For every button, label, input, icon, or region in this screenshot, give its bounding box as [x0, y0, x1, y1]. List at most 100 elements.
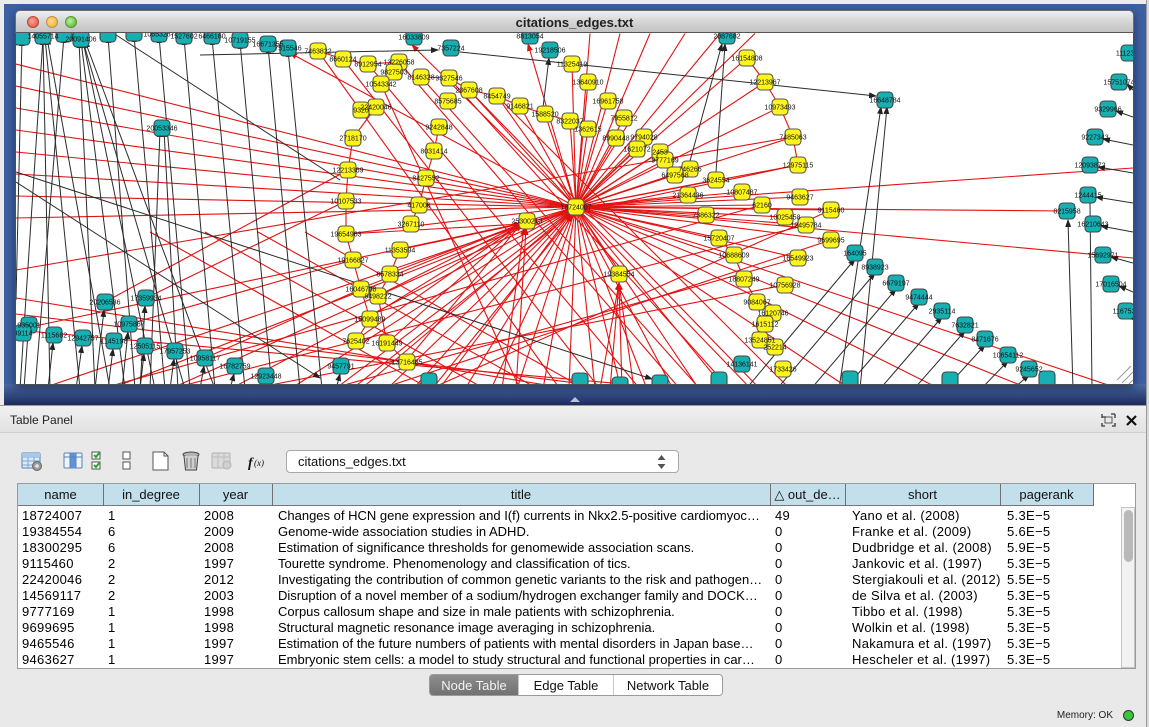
svg-text:9320: 9320	[353, 108, 369, 115]
svg-text:2087682: 2087682	[713, 34, 740, 41]
svg-text:9327546: 9327546	[435, 76, 462, 83]
svg-text:1733426: 1733426	[769, 367, 796, 374]
svg-text:19654963: 19654963	[330, 232, 361, 239]
svg-text:17359934: 17359934	[130, 296, 161, 303]
svg-text:16210643: 16210643	[1077, 222, 1108, 229]
svg-text:8938923: 8938923	[861, 265, 888, 272]
svg-text:9794028: 9794028	[630, 135, 657, 142]
svg-text:9457791: 9457791	[327, 364, 354, 371]
svg-text:10975867: 10975867	[113, 322, 144, 329]
svg-text:1244415: 1244415	[1074, 193, 1101, 200]
svg-text:8660124: 8660124	[329, 57, 356, 64]
svg-text:252214: 252214	[763, 345, 786, 352]
svg-text:17016504: 17016504	[1095, 282, 1126, 289]
svg-text:8322037: 8322037	[556, 119, 583, 126]
svg-text:(x): (x)	[254, 458, 264, 468]
svg-text:7485063: 7485063	[779, 135, 806, 142]
svg-text:10654112: 10654112	[993, 353, 1024, 360]
svg-text:3624554: 3624554	[702, 178, 729, 185]
svg-text:10958117: 10958117	[190, 356, 221, 363]
svg-text:12213967: 12213967	[749, 80, 780, 87]
svg-text:9084067: 9084067	[743, 300, 770, 307]
svg-text:12923448: 12923448	[250, 374, 281, 381]
svg-text:10025458: 10025458	[769, 215, 800, 222]
svg-text:39114: 39114	[16, 331, 33, 338]
svg-text:9827503: 9827503	[380, 70, 407, 77]
svg-text:13524851: 13524851	[744, 338, 775, 345]
svg-text:20053346: 20053346	[146, 126, 177, 133]
svg-text:16033809: 16033809	[398, 35, 429, 42]
svg-text:8146328: 8146328	[407, 75, 434, 82]
svg-text:2453: 2453	[652, 150, 668, 157]
svg-text:7463822: 7463822	[304, 49, 331, 56]
svg-text:1615112: 1615112	[752, 322, 779, 329]
svg-text:10973493: 10973493	[764, 105, 795, 112]
svg-text:13226058: 13226058	[383, 60, 414, 67]
svg-text:2935114: 2935114	[929, 309, 956, 316]
svg-text:16099489: 16099489	[354, 317, 385, 324]
svg-text:21364436: 21364436	[672, 193, 703, 200]
svg-text:9242848: 9242848	[425, 125, 452, 132]
svg-text:18724007: 18724007	[560, 205, 591, 212]
svg-text:8912954: 8912954	[354, 62, 381, 69]
svg-text:417006: 417006	[407, 203, 430, 210]
svg-text:10756928: 10756928	[769, 283, 800, 290]
svg-text:8031414: 8031414	[420, 149, 447, 156]
svg-text:9777169: 9777169	[651, 158, 678, 165]
svg-text:7632821: 7632821	[951, 323, 978, 330]
svg-text:1621072: 1621072	[623, 147, 650, 154]
svg-text:8215958: 8215958	[1053, 209, 1080, 216]
svg-text:7386322: 7386322	[692, 213, 719, 220]
svg-text:1167534: 1167534	[1113, 309, 1133, 316]
svg-text:7515546: 7515546	[274, 46, 301, 53]
svg-text:18807249: 18807249	[728, 277, 759, 284]
svg-text:9146821: 9146821	[506, 104, 533, 111]
svg-text:2718170: 2718170	[339, 136, 366, 143]
svg-text:10107533: 10107533	[330, 199, 361, 206]
svg-text:12213369: 12213369	[332, 168, 363, 175]
svg-text:20091406: 20091406	[65, 37, 96, 44]
svg-text:17957253: 17957253	[159, 349, 190, 356]
svg-text:19384554: 19384554	[603, 272, 634, 279]
svg-text:9329966: 9329966	[1094, 107, 1121, 114]
svg-text:19218506: 19218506	[534, 48, 565, 55]
svg-text:16120746: 16120746	[757, 311, 788, 318]
svg-text:14136141: 14136141	[726, 362, 757, 369]
svg-text:8471676: 8471676	[971, 337, 998, 344]
svg-text:10807487: 10807487	[726, 190, 757, 197]
svg-text:9699695: 9699695	[817, 238, 844, 245]
svg-text:62160: 62160	[752, 203, 772, 210]
svg-text:9463627: 9463627	[786, 195, 813, 202]
svg-text:8575685: 8575685	[434, 99, 461, 106]
svg-text:13716485: 13716485	[391, 360, 422, 367]
svg-text:10688609: 10688609	[718, 253, 749, 260]
svg-text:9474444: 9474444	[905, 295, 932, 302]
svg-text:164095: 164095	[843, 251, 866, 258]
svg-text:14055714: 14055714	[27, 34, 58, 41]
svg-text:6679197: 6679197	[882, 281, 909, 288]
svg-text:16648784: 16648784	[869, 98, 900, 105]
svg-text:8498222: 8498222	[364, 294, 391, 301]
svg-text:1145198: 1145198	[101, 339, 128, 346]
svg-text:16961758: 16961758	[592, 99, 623, 106]
svg-text:1115682: 1115682	[41, 333, 67, 340]
svg-text:6497568: 6497568	[661, 173, 688, 180]
svg-text:11325419: 11325419	[557, 62, 588, 69]
svg-text:1112384: 1112384	[1116, 51, 1133, 58]
svg-text:6466160: 6466160	[198, 34, 225, 41]
svg-text:9115460: 9115460	[818, 208, 845, 215]
svg-text:2367608: 2367608	[455, 88, 482, 95]
svg-text:15751074: 15751074	[1103, 80, 1133, 87]
svg-text:12505115: 12505115	[130, 344, 161, 351]
svg-text:13640910: 13640910	[572, 80, 603, 87]
svg-text:12093872: 12093872	[1074, 163, 1105, 170]
svg-text:16782759: 16782759	[219, 364, 250, 371]
svg-text:9245652: 9245652	[1015, 367, 1042, 374]
svg-text:16549923: 16549923	[782, 256, 813, 263]
svg-text:1362615: 1362615	[574, 127, 601, 134]
svg-text:7625402: 7625402	[342, 339, 369, 346]
svg-text:8427552: 8427552	[412, 176, 439, 183]
svg-text:7357224: 7357224	[437, 46, 464, 53]
svg-text:25300213: 25300213	[511, 219, 542, 226]
svg-text:1527602: 1527602	[170, 34, 197, 41]
